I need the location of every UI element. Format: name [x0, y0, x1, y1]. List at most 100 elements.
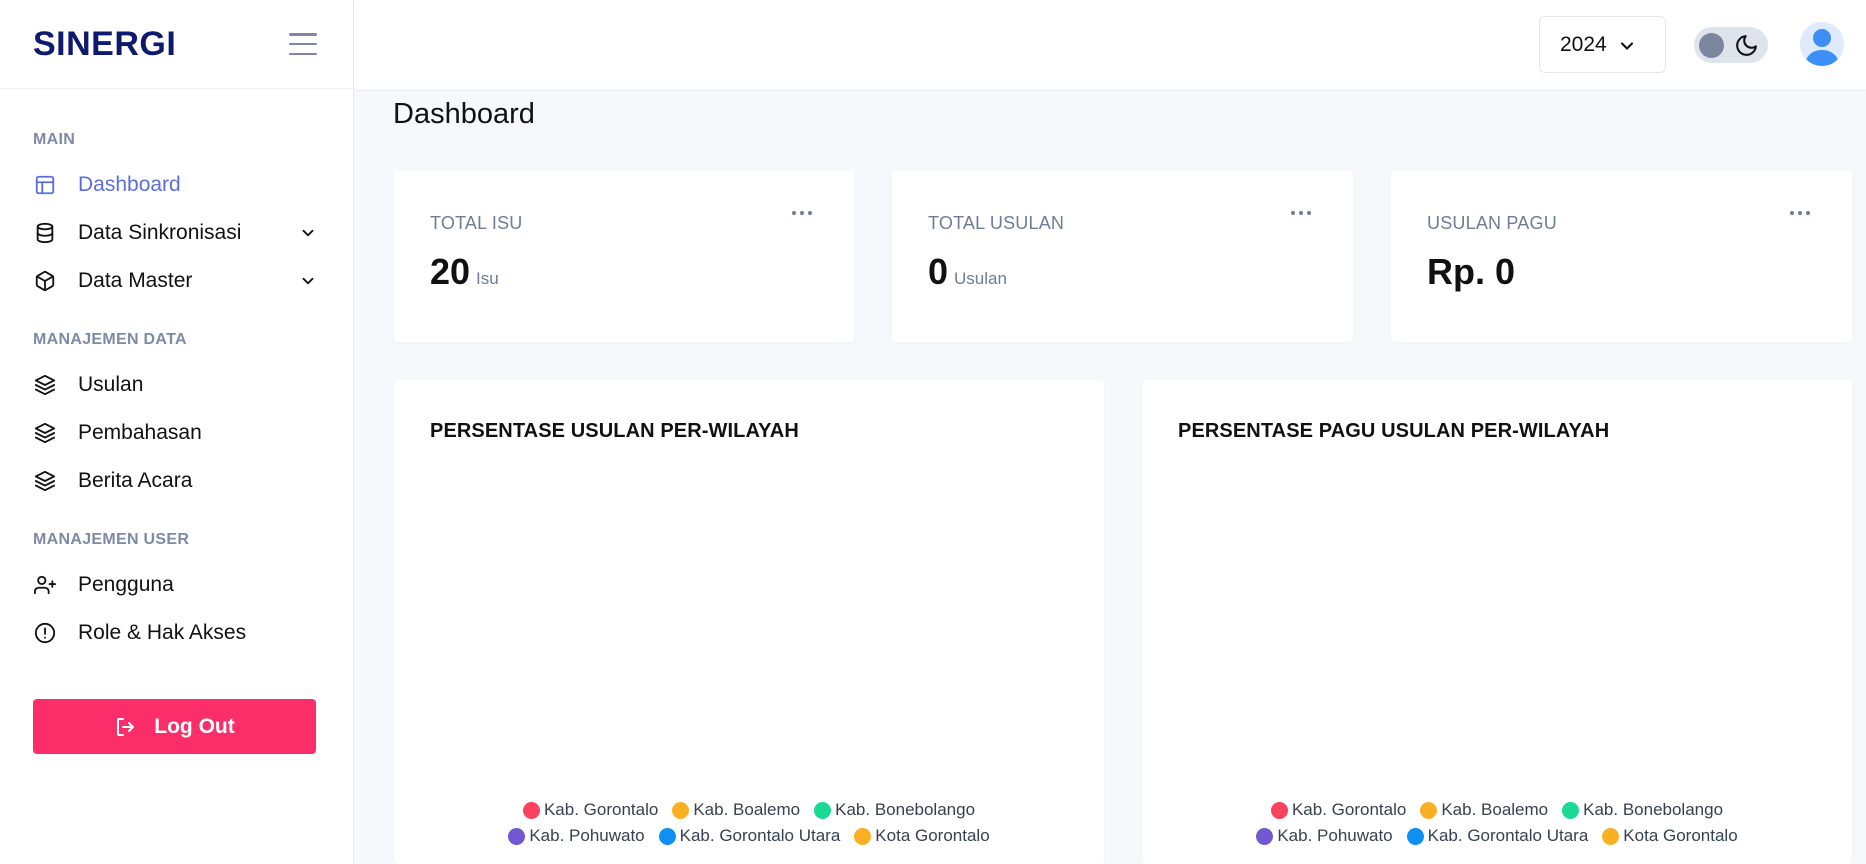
sidebar-item-label: Dashboard [78, 173, 181, 196]
menu-toggle-icon[interactable] [289, 33, 317, 55]
legend-marker [1562, 801, 1580, 819]
year-select[interactable]: 2024 [1539, 16, 1666, 73]
legend-item[interactable]: Kab. Gorontalo [522, 800, 659, 820]
chevron-down-icon [302, 277, 314, 285]
legend-label: Kab. Pohuwato [1277, 826, 1393, 845]
logout-label: Log Out [154, 714, 235, 738]
sidebar-item-berita-acara[interactable]: Berita Acara [0, 457, 353, 505]
chart-card-usulan: PERSENTASE USULAN PER-WILAYAH Kab. Goron… [394, 380, 1104, 864]
sidebar-item-role-hak-akses[interactable]: Role & Hak Akses [0, 609, 353, 657]
sidebar-item-label: Berita Acara [78, 469, 193, 492]
legend-marker [1256, 827, 1274, 845]
sidebar-item-pengguna[interactable]: Pengguna [0, 561, 353, 609]
layers-icon [33, 469, 57, 493]
section-title-manajemen-data: MANAJEMEN DATA [33, 331, 187, 348]
layers-icon [33, 373, 57, 397]
user-plus-icon [33, 573, 57, 597]
sidebar-item-dashboard[interactable]: Dashboard [0, 161, 353, 209]
stat-value: 20 Isu [430, 251, 499, 292]
sidebar-item-label: Usulan [78, 373, 144, 396]
legend-item[interactable]: Kab. Gorontalo Utara [1406, 826, 1589, 846]
legend-item[interactable]: Kab. Boalemo [672, 800, 800, 820]
user-avatar-icon [1804, 29, 1840, 66]
theme-toggle[interactable] [1694, 27, 1768, 63]
alert-circle-icon [33, 621, 57, 645]
moon-icon [1736, 35, 1757, 56]
more-options-icon[interactable] [792, 211, 812, 215]
stat-value: 0 Usulan [928, 251, 1007, 292]
stat-card-total-isu: TOTAL ISU 20 Isu [394, 171, 854, 342]
sidebar-item-label: Data Master [78, 269, 193, 292]
sidebar-item-usulan[interactable]: Usulan [0, 361, 353, 409]
stat-value: Rp. 0 [1427, 251, 1516, 292]
layers-icon [33, 421, 57, 445]
legend-label: Kab. Gorontalo [1291, 800, 1407, 819]
chart-title: PERSENTASE PAGU USULAN PER-WILAYAH [1178, 420, 1610, 442]
page-title: Dashboard [393, 98, 535, 130]
legend-label: Kab. Boalemo [1441, 800, 1549, 819]
logout-button[interactable]: Log Out [33, 699, 316, 754]
legend-marker [1420, 801, 1438, 819]
stat-card-total-usulan: TOTAL USULAN 0 Usulan [892, 171, 1353, 342]
chart-title: PERSENTASE USULAN PER-WILAYAH [430, 420, 799, 442]
legend-label: Kab. Gorontalo Utara [679, 826, 841, 845]
legend-label: Kab. Pohuwato [529, 826, 645, 845]
legend-label: Kab. Bonebolango [835, 800, 976, 819]
brand-logo[interactable]: SINERGI [33, 25, 176, 64]
legend-item[interactable]: Kab. Gorontalo [1270, 800, 1407, 820]
log-out-icon [114, 715, 138, 739]
sidebar-item-label: Pembahasan [78, 421, 202, 444]
topbar: 2024 [354, 0, 1866, 89]
stat-label: TOTAL USULAN [928, 213, 1065, 233]
legend-item[interactable]: Kab. Pohuwato [1256, 826, 1393, 846]
legend-item[interactable]: Kota Gorontalo [1602, 826, 1738, 846]
legend-item[interactable]: Kota Gorontalo [854, 826, 990, 846]
legend-marker [658, 827, 676, 845]
more-options-icon[interactable] [1790, 211, 1810, 215]
legend-label: Kab. Gorontalo [543, 800, 659, 819]
database-icon [33, 221, 57, 245]
stat-card-usulan-pagu: USULAN PAGU Rp. 0 [1391, 171, 1852, 342]
chevron-down-icon [302, 229, 314, 237]
legend-marker [672, 801, 690, 819]
legend-item[interactable]: Kab. Boalemo [1420, 800, 1548, 820]
legend-item[interactable]: Kab. Pohuwato [508, 826, 645, 846]
legend-label: Kota Gorontalo [1623, 826, 1738, 845]
legend-label: Kab. Gorontalo Utara [1427, 826, 1589, 845]
legend-marker [814, 801, 832, 819]
legend-marker [854, 827, 872, 845]
sidebar-item-label: Role & Hak Akses [78, 621, 247, 644]
brand-bar: SINERGI [0, 0, 353, 89]
section-title-manajemen-user: MANAJEMEN USER [33, 531, 190, 548]
year-select-value: 2024 [1560, 32, 1607, 56]
sidebar-item-pembahasan[interactable]: Pembahasan [0, 409, 353, 457]
chart-card-pagu: PERSENTASE PAGU USULAN PER-WILAYAH Kab. … [1142, 380, 1852, 864]
legend-marker [1602, 827, 1620, 845]
legend-marker [1270, 801, 1288, 819]
chevron-down-icon [1620, 42, 1634, 50]
chart-legend: Kab. Gorontalo Kab. Boalemo Kab. Bonebolan… [1142, 800, 1852, 846]
layout-icon [33, 173, 57, 197]
sidebar-item-data-sinkronisasi[interactable]: Data Sinkronisasi [0, 209, 353, 257]
chart-legend: Kab. Gorontalo Kab. Boalemo Kab. Bonebolan… [394, 800, 1104, 846]
legend-label: Kab. Boalemo [693, 800, 801, 819]
avatar[interactable] [1800, 22, 1844, 66]
sidebar-nav: MAIN Dashboard Data Sinkronisasi Data Ma… [0, 89, 353, 657]
section-title-main: MAIN [33, 131, 76, 148]
more-options-icon[interactable] [1291, 211, 1311, 215]
legend-label: Kab. Bonebolango [1583, 800, 1724, 819]
stat-unit: Isu [476, 269, 499, 288]
toggle-knob [1699, 33, 1724, 58]
legend-item[interactable]: Kab. Bonebolango [814, 800, 975, 820]
sidebar: SINERGI MAIN Dashboard Data Sinkronisasi… [0, 0, 354, 864]
sidebar-item-data-master[interactable]: Data Master [0, 257, 353, 305]
legend-item[interactable]: Kab. Bonebolango [1562, 800, 1723, 820]
stat-label: TOTAL ISU [430, 213, 523, 233]
legend-label: Kota Gorontalo [875, 826, 990, 845]
legend-item[interactable]: Kab. Gorontalo Utara [658, 826, 841, 846]
stat-label: USULAN PAGU [1427, 213, 1557, 233]
sidebar-item-label: Pengguna [78, 573, 174, 596]
box-icon [33, 269, 57, 293]
legend-marker [522, 801, 540, 819]
sidebar-item-label: Data Sinkronisasi [78, 221, 242, 244]
